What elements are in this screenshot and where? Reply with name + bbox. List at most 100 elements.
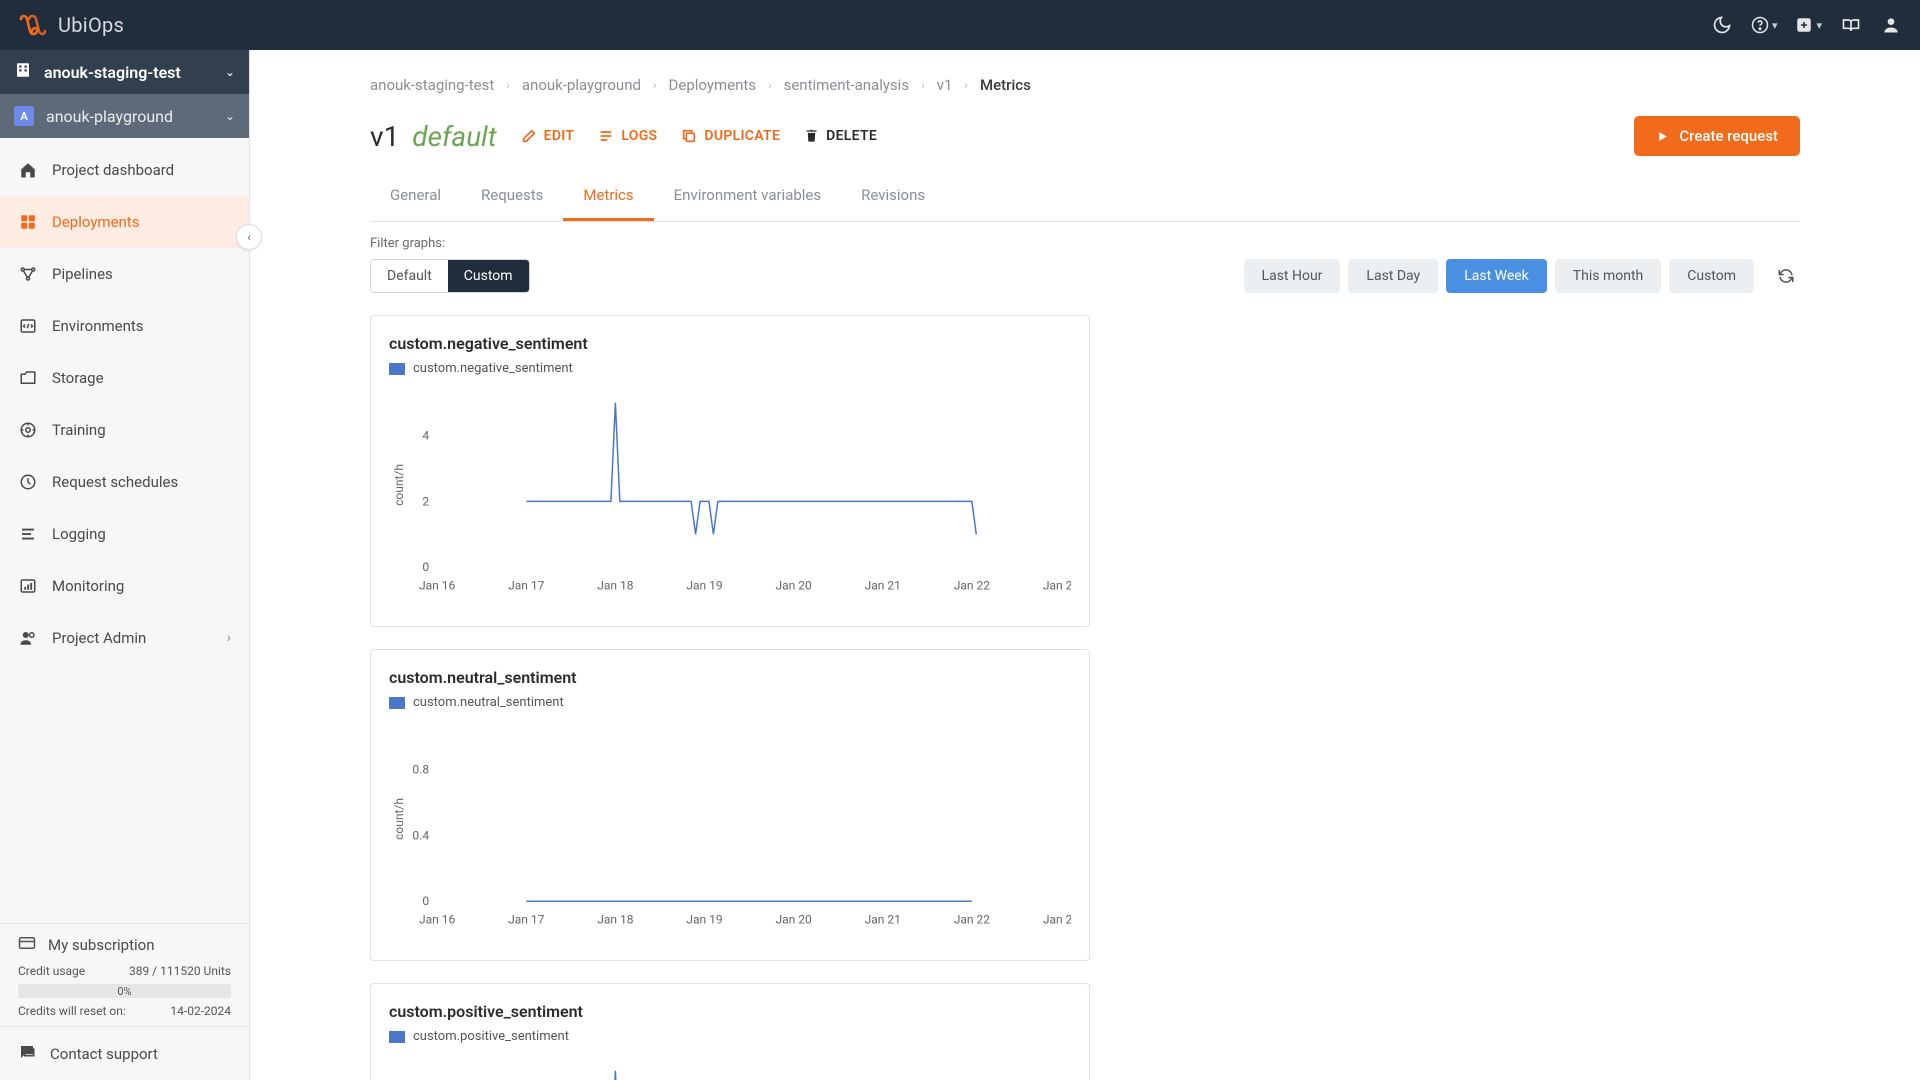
- range-last-day[interactable]: Last Day: [1348, 259, 1438, 293]
- logo-icon: [18, 13, 48, 37]
- sidebar-item-environments[interactable]: Environments: [0, 300, 249, 352]
- svg-text:0: 0: [422, 560, 429, 574]
- chart-title: custom.neutral_sentiment: [389, 668, 1071, 687]
- reset-date: 14-02-2024: [170, 1004, 231, 1018]
- version-tag: default: [412, 120, 496, 153]
- range-custom[interactable]: Custom: [1669, 259, 1754, 293]
- range-last-hour[interactable]: Last Hour: [1244, 259, 1341, 293]
- svg-text:Jan 19: Jan 19: [686, 578, 722, 592]
- svg-text:Jan 23: Jan 23: [1043, 578, 1071, 592]
- nav-label: Training: [52, 421, 106, 439]
- time-range-group: Last Hour Last Day Last Week This month …: [1244, 259, 1800, 293]
- svg-text:Jan 22: Jan 22: [954, 578, 991, 592]
- support-label: Contact support: [50, 1045, 158, 1063]
- add-menu[interactable]: ▾: [1795, 14, 1822, 36]
- theme-toggle-icon[interactable]: [1711, 14, 1733, 36]
- range-last-week[interactable]: Last Week: [1446, 259, 1547, 293]
- chart-legend: custom.neutral_sentiment: [389, 695, 1071, 710]
- help-menu[interactable]: ▾: [1751, 14, 1778, 36]
- svg-text:0.4: 0.4: [412, 828, 429, 842]
- subscription-title: My subscription: [48, 936, 155, 954]
- topbar: UbiOps ▾ ▾: [0, 0, 1920, 50]
- breadcrumb-item[interactable]: anouk-staging-test: [370, 76, 494, 94]
- version-name: v1: [370, 120, 399, 153]
- chevron-down-icon: ▾: [1816, 19, 1822, 32]
- user-menu-icon[interactable]: [1880, 14, 1902, 36]
- svg-text:Jan 20: Jan 20: [775, 912, 812, 926]
- nav-label: Project Admin: [52, 629, 146, 647]
- project-switcher[interactable]: A anouk-playground ⌄: [0, 94, 249, 138]
- nav-label: Monitoring: [52, 577, 124, 595]
- training-icon: [18, 421, 38, 439]
- svg-text:2: 2: [422, 494, 429, 508]
- brand-name: UbiOps: [58, 13, 124, 37]
- filter-custom-button[interactable]: Custom: [448, 260, 529, 292]
- sidebar-item-dashboard[interactable]: Project dashboard: [0, 144, 249, 196]
- sidebar-item-deployments[interactable]: Deployments: [0, 196, 249, 248]
- sidebar-item-schedules[interactable]: Request schedules: [0, 456, 249, 508]
- monitoring-icon: [18, 577, 38, 595]
- chart-card: custom.positive_sentimentcustom.positive…: [370, 983, 1090, 1080]
- svg-text:Jan 18: Jan 18: [597, 912, 634, 926]
- legend-swatch: [389, 1031, 405, 1043]
- tab-metrics[interactable]: Metrics: [563, 174, 653, 221]
- nav-label: Storage: [52, 369, 104, 387]
- environments-icon: [18, 317, 38, 335]
- org-name: anouk-staging-test: [44, 63, 181, 82]
- deployments-icon: [18, 213, 38, 231]
- nav-label: Deployments: [52, 213, 139, 231]
- docs-icon[interactable]: [1840, 14, 1862, 36]
- svg-text:0.8: 0.8: [412, 763, 429, 777]
- credit-usage-value: 389 / 111520 Units: [129, 964, 231, 978]
- chart-title: custom.negative_sentiment: [389, 334, 1071, 353]
- filter-label: Filter graphs:: [370, 236, 530, 251]
- chart-plot: 0816count/hJan 16Jan 17Jan 18Jan 19Jan 2…: [389, 1050, 1071, 1080]
- create-request-button[interactable]: Create request: [1634, 116, 1800, 156]
- tab-env-vars[interactable]: Environment variables: [654, 174, 842, 221]
- clock-icon: [18, 473, 38, 491]
- filter-default-button[interactable]: Default: [371, 260, 448, 292]
- svg-text:Jan 19: Jan 19: [686, 912, 722, 926]
- legend-swatch: [389, 697, 405, 709]
- breadcrumb-item[interactable]: Deployments: [669, 76, 756, 94]
- svg-text:4: 4: [422, 429, 429, 443]
- chat-icon: [18, 1043, 36, 1065]
- svg-text:Jan 17: Jan 17: [508, 912, 545, 926]
- delete-button[interactable]: DELETE: [804, 128, 877, 144]
- contact-support[interactable]: Contact support: [0, 1026, 249, 1080]
- breadcrumb-current: Metrics: [980, 76, 1031, 94]
- breadcrumb-item[interactable]: sentiment-analysis: [784, 76, 909, 94]
- logs-button[interactable]: LOGS: [598, 128, 657, 144]
- range-this-month[interactable]: This month: [1555, 259, 1661, 293]
- tab-general[interactable]: General: [370, 174, 461, 221]
- svg-text:count/h: count/h: [392, 798, 406, 840]
- sidebar-item-pipelines[interactable]: Pipelines: [0, 248, 249, 300]
- svg-text:Jan 21: Jan 21: [865, 578, 901, 592]
- legend-label: custom.neutral_sentiment: [413, 695, 564, 710]
- tab-revisions[interactable]: Revisions: [841, 174, 945, 221]
- chart-card: custom.negative_sentimentcustom.negative…: [370, 315, 1090, 627]
- sidebar-item-training[interactable]: Training: [0, 404, 249, 456]
- org-switcher[interactable]: anouk-staging-test ⌄: [0, 50, 249, 94]
- chart-plot: 00.40.8count/hJan 16Jan 17Jan 18Jan 19Ja…: [389, 716, 1071, 946]
- nav-label: Project dashboard: [52, 161, 174, 179]
- legend-swatch: [389, 363, 405, 375]
- brand-logo[interactable]: UbiOps: [18, 13, 124, 37]
- refresh-button[interactable]: [1772, 262, 1800, 290]
- breadcrumb-item[interactable]: v1: [937, 76, 953, 94]
- chart-plot: 024count/hJan 16Jan 17Jan 18Jan 19Jan 20…: [389, 382, 1071, 612]
- project-name: anouk-playground: [46, 107, 173, 126]
- breadcrumb-item[interactable]: anouk-playground: [522, 76, 641, 94]
- filter-segment: Default Custom: [370, 259, 530, 293]
- sidebar-item-monitoring[interactable]: Monitoring: [0, 560, 249, 612]
- credit-usage-label: Credit usage: [18, 964, 85, 978]
- tab-requests[interactable]: Requests: [461, 174, 563, 221]
- organization-icon: [14, 61, 32, 83]
- sidebar-item-storage[interactable]: Storage: [0, 352, 249, 404]
- sidebar-item-admin[interactable]: Project Admin ›: [0, 612, 249, 664]
- sidebar-item-logging[interactable]: Logging: [0, 508, 249, 560]
- collapse-sidebar-button[interactable]: ‹: [236, 224, 262, 250]
- duplicate-button[interactable]: DUPLICATE: [681, 128, 780, 144]
- edit-button[interactable]: EDIT: [521, 128, 575, 144]
- svg-text:Jan 18: Jan 18: [597, 578, 634, 592]
